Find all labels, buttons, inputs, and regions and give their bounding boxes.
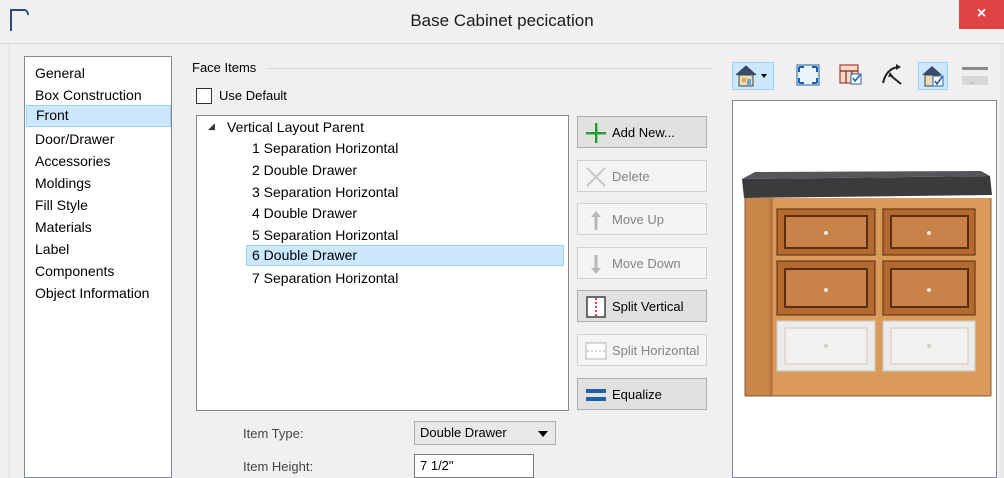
split-horizontal-icon bbox=[585, 342, 607, 360]
svg-text:↔: ↔ bbox=[969, 79, 976, 86]
item-height-label: Item Height: bbox=[243, 459, 314, 474]
delete-x-icon bbox=[586, 167, 606, 187]
tree-item[interactable]: 4 Double Drawer bbox=[249, 203, 567, 224]
orbit-arrows-icon bbox=[882, 64, 902, 85]
delete-button[interactable]: Delete bbox=[577, 160, 707, 192]
dropdown-caret-icon bbox=[538, 431, 548, 437]
category-list[interactable]: General Box Construction Front Door/Draw… bbox=[24, 56, 172, 478]
item-height-input[interactable]: 7 1/2" bbox=[414, 454, 534, 478]
sidebar-item-object-information[interactable]: Object Information bbox=[30, 283, 170, 305]
sidebar-item-general[interactable]: General bbox=[30, 63, 170, 85]
sidebar-item-label[interactable]: Label bbox=[30, 239, 170, 261]
sidebar-item-fill-style[interactable]: Fill Style bbox=[30, 195, 170, 217]
tree-item[interactable]: 5 Separation Horizontal bbox=[249, 225, 567, 246]
move-up-button[interactable]: Move Up bbox=[577, 203, 707, 235]
equalize-icon bbox=[586, 389, 606, 401]
equalize-label: Equalize bbox=[612, 387, 662, 402]
tree-item[interactable]: 7 Separation Horizontal bbox=[249, 268, 567, 289]
view-dropdown-button[interactable] bbox=[732, 62, 774, 90]
window-frame-left bbox=[8, 44, 10, 478]
face-items-group-label: Face Items bbox=[192, 60, 257, 75]
item-type-value: Double Drawer bbox=[420, 425, 507, 440]
dimension-button[interactable]: ↔ bbox=[960, 62, 990, 90]
delete-label: Delete bbox=[612, 169, 650, 184]
cabinet-view-icon bbox=[839, 64, 862, 85]
move-down-label: Move Down bbox=[612, 256, 681, 271]
tree-item[interactable]: 3 Separation Horizontal bbox=[249, 182, 567, 203]
group-divider bbox=[267, 68, 713, 69]
tree-item-selected[interactable]: 6 Double Drawer bbox=[246, 245, 564, 266]
arrow-down-icon bbox=[591, 255, 601, 274]
move-up-label: Move Up bbox=[612, 212, 665, 227]
split-horizontal-label: Split Horizontal bbox=[612, 343, 700, 358]
equalize-button[interactable]: Equalize bbox=[577, 378, 707, 410]
split-vertical-icon bbox=[586, 296, 606, 318]
title-bar: Base Cabinet pecication × bbox=[0, 0, 1004, 44]
show-room-button[interactable] bbox=[836, 62, 866, 90]
use-default-label[interactable]: Use Default bbox=[219, 88, 287, 103]
tree-root-item[interactable]: Vertical Layout Parent bbox=[227, 117, 364, 137]
close-button[interactable]: × bbox=[959, 0, 1004, 29]
window-title: Base Cabinet pecication bbox=[410, 11, 594, 30]
item-type-label: Item Type: bbox=[243, 426, 304, 441]
tree-item[interactable]: 1 Separation Horizontal bbox=[249, 138, 567, 159]
add-new-label: Add New... bbox=[612, 125, 675, 140]
tree-expand-icon[interactable]: ◢ bbox=[208, 121, 215, 132]
fit-view-button[interactable] bbox=[794, 62, 822, 90]
sidebar-item-materials[interactable]: Materials bbox=[30, 217, 170, 239]
arrow-up-icon bbox=[591, 211, 601, 230]
sidebar-item-front[interactable]: Front bbox=[26, 105, 171, 127]
move-down-button[interactable]: Move Down bbox=[577, 247, 707, 279]
render-mode-button[interactable] bbox=[918, 62, 948, 90]
sidebar-item-box-construction[interactable]: Box Construction bbox=[30, 85, 170, 107]
fullscreen-icon bbox=[796, 64, 820, 86]
tree-item[interactable]: 2 Double Drawer bbox=[249, 160, 567, 181]
cabinet-preview-pane bbox=[732, 100, 997, 478]
cabinet-preview-image bbox=[742, 171, 992, 397]
use-default-checkbox[interactable] bbox=[196, 88, 212, 104]
window-frame-right bbox=[1000, 44, 1004, 478]
sidebar-item-moldings[interactable]: Moldings bbox=[30, 173, 170, 195]
split-horizontal-button[interactable]: Split Horizontal bbox=[577, 334, 707, 366]
house-check-icon bbox=[922, 66, 944, 87]
dimension-icon: ↔ bbox=[962, 67, 988, 86]
house-icon bbox=[735, 65, 767, 87]
split-vertical-button[interactable]: Split Vertical bbox=[577, 290, 707, 322]
split-vertical-label: Split Vertical bbox=[612, 299, 684, 314]
sidebar-item-door-drawer[interactable]: Door/Drawer bbox=[30, 129, 170, 151]
item-type-select[interactable]: Double Drawer bbox=[414, 421, 556, 445]
orbit-button[interactable] bbox=[878, 62, 906, 90]
plus-icon bbox=[586, 123, 606, 143]
sidebar-item-accessories[interactable]: Accessories bbox=[30, 151, 170, 173]
sidebar-item-components[interactable]: Components bbox=[30, 261, 170, 283]
add-new-button[interactable]: Add New... bbox=[577, 116, 707, 148]
